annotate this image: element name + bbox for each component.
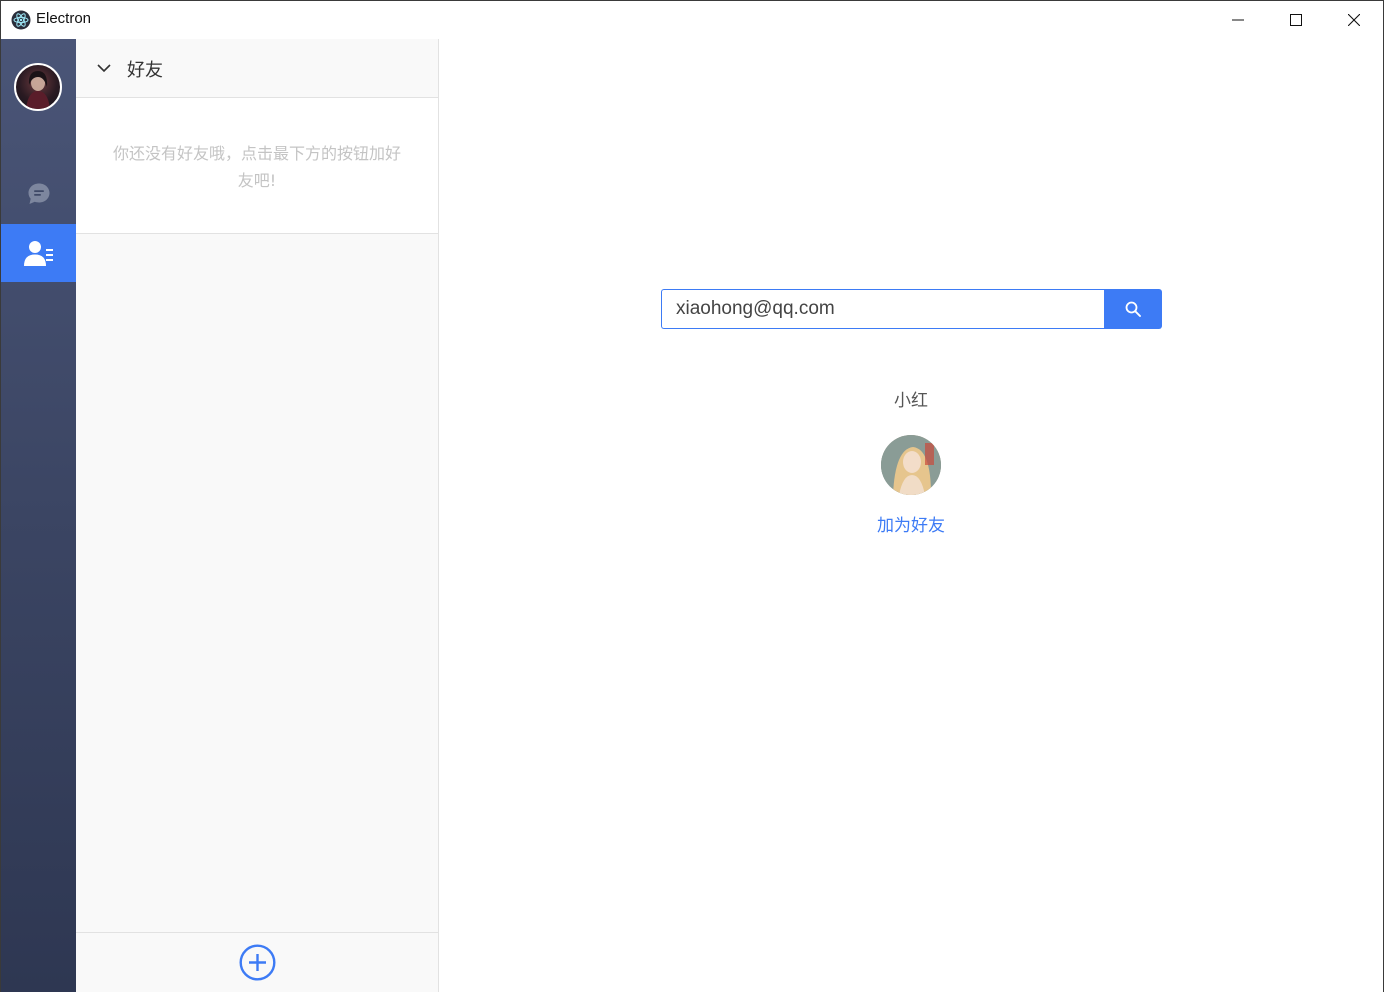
- result-user-name: 小红: [894, 391, 928, 411]
- left-nav: [1, 39, 76, 992]
- app-window: Electron 好友 你还没有好友哦，点击最下方的按钮加好友吧! xiaoho…: [0, 0, 1384, 992]
- nav-item-chat[interactable]: [1, 165, 76, 223]
- close-button[interactable]: [1325, 1, 1383, 39]
- user-avatar[interactable]: [14, 63, 62, 111]
- search-icon: [1125, 301, 1141, 317]
- plus-circle-icon[interactable]: [239, 944, 276, 981]
- window-title: Electron: [36, 10, 92, 27]
- search-button[interactable]: [1104, 289, 1162, 329]
- chevron-down-icon: [97, 64, 111, 73]
- maximize-icon: [1290, 14, 1302, 26]
- panel-footer: [76, 932, 438, 992]
- electron-atom-icon: [11, 10, 31, 30]
- main-area: 小红 加为好友: [439, 39, 1383, 992]
- minimize-button[interactable]: [1209, 1, 1267, 39]
- result-avatar-image: [881, 435, 941, 495]
- search-bar: [661, 289, 1162, 329]
- avatar-image: [26, 71, 50, 109]
- close-icon: [1348, 14, 1360, 26]
- nav-item-contacts[interactable]: [1, 224, 76, 282]
- group-title: 好友: [127, 60, 163, 81]
- add-friend-link[interactable]: 加为好友: [811, 511, 1011, 536]
- maximize-button[interactable]: [1267, 1, 1325, 39]
- title-bar: Electron: [1, 1, 1383, 39]
- chat-bubble-icon: [28, 183, 49, 204]
- friends-panel: 好友 你还没有好友哦，点击最下方的按钮加好友吧!: [76, 39, 439, 992]
- minimize-icon: [1232, 19, 1244, 21]
- empty-friends-message: 你还没有好友哦，点击最下方的按钮加好友吧!: [112, 144, 401, 190]
- result-avatar: [881, 435, 941, 495]
- search-input[interactable]: [661, 289, 1105, 329]
- friends-group-header[interactable]: 好友: [76, 39, 438, 98]
- empty-friends-box: 你还没有好友哦，点击最下方的按钮加好友吧!: [76, 98, 438, 234]
- contacts-icon: [23, 241, 53, 266]
